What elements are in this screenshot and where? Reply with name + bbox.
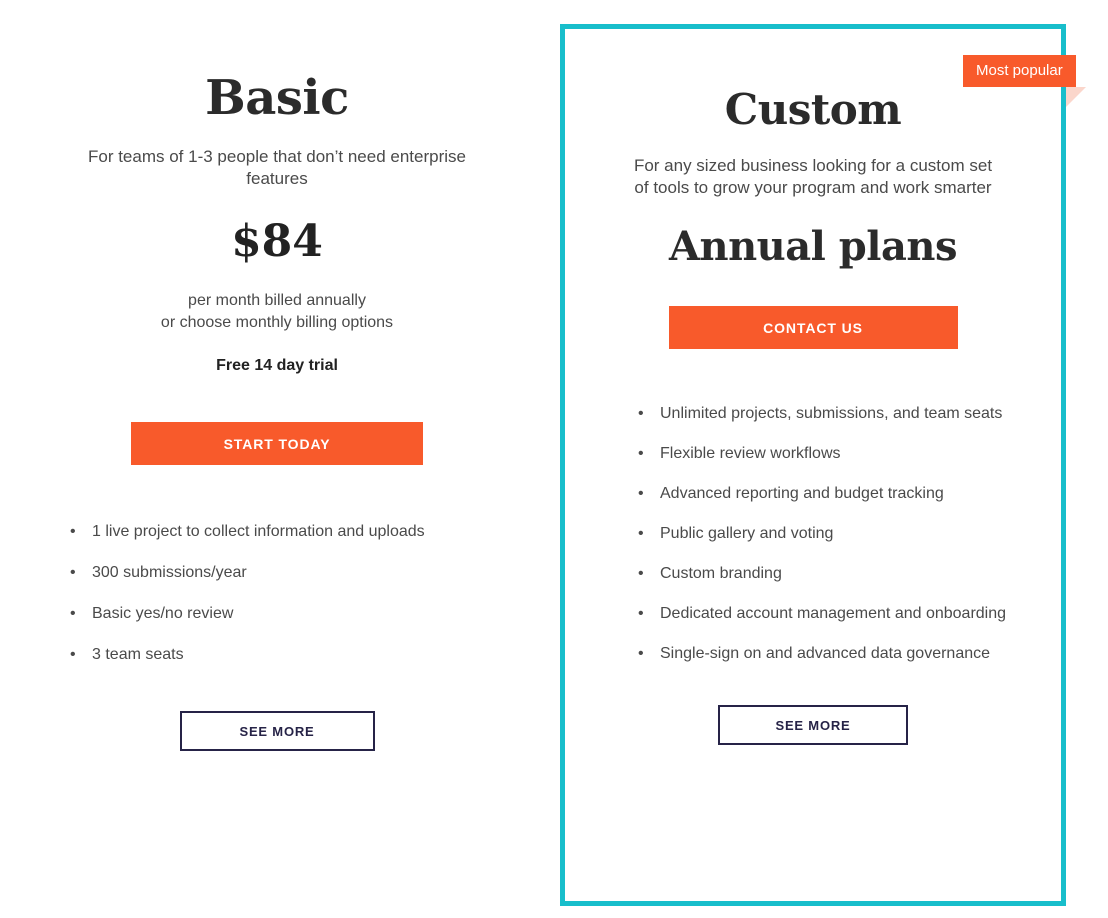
- list-item: • Public gallery and voting: [638, 523, 1013, 545]
- pricing-page: Basic For teams of 1-3 people that don’t…: [0, 0, 1108, 918]
- see-more-button-custom[interactable]: SEE MORE: [718, 705, 908, 745]
- feature-text: 1 live project to collect information an…: [92, 523, 425, 540]
- feature-text: 3 team seats: [92, 646, 184, 663]
- plan-trial-note-basic: Free 14 day trial: [216, 357, 338, 374]
- plan-price-note-basic: per month billed annually or choose mont…: [0, 290, 554, 334]
- plan-title-custom: Custom: [724, 85, 902, 134]
- list-item: • Custom branding: [638, 563, 1013, 585]
- list-item: • 3 team seats: [70, 644, 514, 666]
- list-item: • 300 submissions/year: [70, 562, 514, 584]
- bullet-icon: •: [638, 645, 644, 662]
- plan-description-basic: For teams of 1-3 people that don’t need …: [87, 147, 466, 188]
- feature-text: Custom branding: [660, 565, 782, 582]
- list-item: • Unlimited projects, submissions, and t…: [638, 403, 1013, 425]
- list-item: • Flexible review workflows: [638, 443, 1013, 465]
- feature-text: Single-sign on and advanced data governa…: [660, 645, 991, 662]
- plan-description-custom: For any sized business looking for a cus…: [633, 156, 993, 197]
- price-note-line-1: per month billed annually: [188, 292, 366, 309]
- list-item: • Single-sign on and advanced data gover…: [638, 643, 1013, 665]
- annual-plans-heading: Annual plans: [668, 223, 958, 270]
- feature-text: Advanced reporting and budget tracking: [660, 485, 944, 502]
- plan-title-basic: Basic: [205, 70, 349, 126]
- bullet-icon: •: [638, 565, 644, 582]
- feature-text: Unlimited projects, submissions, and tea…: [660, 405, 1003, 422]
- bullet-icon: •: [638, 405, 644, 422]
- bullet-icon: •: [638, 605, 644, 622]
- feature-text: Basic yes/no review: [92, 605, 234, 622]
- bullet-icon: •: [70, 605, 76, 622]
- price-note-line-2: or choose monthly billing options: [160, 314, 394, 331]
- status-badge-most-popular: Most popular: [963, 55, 1076, 87]
- list-item: • Dedicated account management and onboa…: [638, 603, 1013, 625]
- bullet-icon: •: [638, 445, 644, 462]
- ribbon-fold-icon: [1066, 87, 1086, 107]
- plan-price-basic: $84: [231, 216, 323, 267]
- start-today-button[interactable]: START TODAY: [131, 422, 423, 465]
- bullet-icon: •: [70, 564, 76, 581]
- bullet-icon: •: [70, 646, 76, 663]
- feature-text: Public gallery and voting: [660, 525, 834, 542]
- feature-text: Dedicated account management and onboard…: [660, 605, 1007, 622]
- see-more-button-basic[interactable]: SEE MORE: [179, 711, 375, 751]
- feature-list-basic: • 1 live project to collect information …: [0, 521, 554, 666]
- contact-us-button[interactable]: CONTACT US: [668, 306, 958, 349]
- list-item: • Basic yes/no review: [70, 603, 514, 625]
- bullet-icon: •: [70, 523, 76, 540]
- feature-text: 300 submissions/year: [92, 564, 247, 581]
- list-item: • 1 live project to collect information …: [70, 521, 514, 543]
- pricing-card-custom: Most popular Custom For any sized busine…: [560, 24, 1086, 906]
- feature-list-custom: • Unlimited projects, submissions, and t…: [565, 403, 1061, 665]
- pricing-card-basic: Basic For teams of 1-3 people that don’t…: [0, 0, 554, 918]
- bullet-icon: •: [638, 525, 644, 542]
- feature-text: Flexible review workflows: [660, 445, 841, 462]
- bullet-icon: •: [638, 485, 644, 502]
- list-item: • Advanced reporting and budget tracking: [638, 483, 1013, 505]
